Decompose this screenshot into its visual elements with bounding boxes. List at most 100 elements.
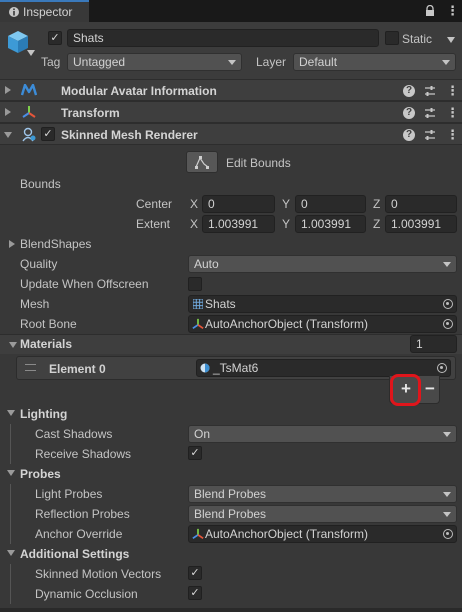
static-label: Static (402, 32, 433, 46)
additional-settings-foldout[interactable]: Additional Settings (20, 547, 129, 561)
static-checkbox[interactable] (385, 31, 399, 45)
probes-foldout[interactable]: Probes (20, 467, 61, 481)
presets-sliders-icon[interactable] (424, 107, 436, 119)
tab-label: Inspector (23, 5, 73, 19)
light-probes-value: Blend Probes (194, 487, 267, 501)
window-menu-icon[interactable]: ⋮ (446, 3, 459, 19)
center-x-label: X (190, 197, 199, 211)
component-menu-icon[interactable]: ⋮ (446, 127, 459, 143)
root-bone-object-field[interactable]: AutoAnchorObject (Transform) (188, 315, 457, 333)
remove-element-button[interactable]: − (423, 379, 437, 399)
skinned-mesh-renderer-icon (22, 127, 36, 142)
blendshapes-foldout[interactable]: BlendShapes (20, 237, 91, 251)
extent-x-field[interactable]: 1.003991 (202, 215, 275, 233)
materials-fold-icon[interactable] (9, 342, 17, 348)
receive-shadows-label: Receive Shadows (35, 447, 132, 461)
extent-z-field[interactable]: 1.003991 (385, 215, 457, 233)
layer-dropdown[interactable]: Default (293, 53, 456, 71)
chevron-down-icon (443, 492, 451, 497)
mesh-object-field[interactable]: Shats (188, 295, 457, 313)
cast-shadows-label: Cast Shadows (35, 427, 113, 441)
light-probes-dropdown[interactable]: Blend Probes (188, 485, 457, 503)
presets-sliders-icon[interactable] (424, 85, 436, 97)
reflection-probes-value: Blend Probes (194, 507, 267, 521)
center-y-field[interactable]: 0 (295, 195, 366, 213)
component-menu-icon[interactable]: ⋮ (446, 105, 459, 121)
light-probes-label: Light Probes (35, 487, 103, 501)
center-y-label: Y (282, 197, 291, 211)
dynamic-occlusion-checkbox[interactable]: ✓ (188, 586, 202, 600)
quality-dropdown[interactable]: Auto (188, 255, 457, 273)
component-enabled-checkbox[interactable]: ✓ (41, 127, 55, 141)
anchor-override-value: AutoAnchorObject (Transform) (205, 527, 368, 541)
layer-label: Layer (256, 55, 287, 69)
object-picker-icon[interactable] (443, 299, 453, 309)
materials-count-field[interactable]: 1 (410, 335, 457, 353)
help-icon[interactable]: ? (403, 85, 415, 97)
object-name-field[interactable]: Shats (67, 29, 379, 47)
object-picker-icon[interactable] (443, 319, 453, 329)
lock-icon[interactable] (424, 5, 436, 17)
additional-settings-fold-icon[interactable] (7, 550, 15, 556)
mesh-label: Mesh (20, 297, 50, 311)
bottom-edge (0, 608, 462, 612)
anchor-override-label: Anchor Override (35, 527, 123, 541)
tag-dropdown[interactable]: Untagged (67, 53, 242, 71)
cast-shadows-dropdown[interactable]: On (188, 425, 457, 443)
help-icon[interactable]: ? (403, 129, 415, 141)
highlight-annotation-ring (390, 374, 421, 406)
transform-axes-icon (22, 106, 36, 118)
presets-sliders-icon[interactable] (424, 129, 436, 141)
extent-label: Extent (136, 217, 171, 231)
blendshapes-fold-icon[interactable] (9, 240, 15, 248)
tab-inspector[interactable]: Inspector (0, 0, 89, 22)
component-menu-icon[interactable]: ⋮ (446, 83, 459, 99)
object-picker-icon[interactable] (443, 529, 453, 539)
fold-arrow-icon[interactable] (5, 108, 11, 116)
receive-shadows-checkbox[interactable]: ✓ (188, 446, 202, 460)
object-picker-icon[interactable] (437, 363, 447, 373)
component-transform[interactable]: Transform ? ⋮ (0, 101, 462, 123)
component-skinned-mesh-renderer[interactable]: ✓ Skinned Mesh Renderer ? ⋮ (0, 123, 462, 145)
chevron-down-icon (443, 512, 451, 517)
chevron-down-icon (443, 432, 451, 437)
window-tab-bar: Inspector ⋮ (0, 0, 462, 22)
modular-avatar-icon (21, 84, 37, 96)
center-z-field[interactable]: 0 (385, 195, 457, 213)
center-z-label: Z (373, 197, 381, 211)
reflection-probes-label: Reflection Probes (35, 507, 130, 521)
materials-label: Materials (20, 337, 73, 351)
extent-z-label: Z (373, 217, 381, 231)
extent-x-label: X (190, 217, 199, 231)
indent-guide (10, 564, 11, 604)
center-x-field[interactable]: 0 (202, 195, 275, 213)
root-bone-value: AutoAnchorObject (Transform) (205, 317, 368, 331)
fold-arrow-icon[interactable] (4, 132, 12, 138)
edit-bounds-button[interactable] (186, 151, 218, 173)
quality-value: Auto (194, 257, 219, 271)
lighting-fold-icon[interactable] (7, 410, 15, 416)
mesh-grid-icon (193, 299, 203, 309)
chevron-down-icon (443, 262, 451, 267)
help-icon[interactable]: ? (403, 107, 415, 119)
info-icon (9, 7, 19, 17)
component-modular-avatar[interactable]: Modular Avatar Information ? ⋮ (0, 79, 462, 101)
transform-axes-icon (192, 318, 204, 329)
drag-handle-icon[interactable] (25, 364, 36, 371)
root-bone-label: Root Bone (20, 317, 77, 331)
active-checkbox[interactable]: ✓ (48, 31, 62, 45)
reflection-probes-dropdown[interactable]: Blend Probes (188, 505, 457, 523)
anchor-override-object-field[interactable]: AutoAnchorObject (Transform) (188, 525, 457, 543)
indent-guide (10, 424, 11, 464)
static-dropdown-icon[interactable] (447, 37, 455, 43)
extent-y-field[interactable]: 1.003991 (295, 215, 366, 233)
icon-dropdown-chevron-icon[interactable] (27, 50, 35, 56)
fold-arrow-icon[interactable] (5, 86, 11, 94)
element0-value: _TsMat6 (213, 361, 259, 375)
skinned-motion-vectors-checkbox[interactable]: ✓ (188, 566, 202, 580)
update-offscreen-label: Update When Offscreen (20, 277, 149, 291)
mesh-value: Shats (205, 297, 236, 311)
probes-fold-icon[interactable] (7, 470, 15, 476)
lighting-foldout[interactable]: Lighting (20, 407, 67, 421)
update-offscreen-checkbox[interactable] (188, 277, 202, 291)
